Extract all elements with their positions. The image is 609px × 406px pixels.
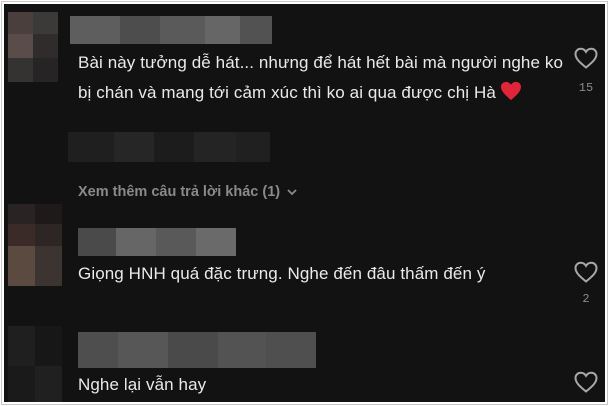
comment-text: Nghe lại vẫn hay bbox=[78, 375, 207, 394]
avatar[interactable] bbox=[8, 12, 58, 82]
comments-panel: Bài này tưởng dễ hát... nhưng để hát hết… bbox=[2, 2, 607, 404]
username-blurred[interactable] bbox=[70, 16, 272, 44]
username-blurred[interactable] bbox=[78, 228, 236, 256]
comment-text: Bài này tưởng dễ hát... nhưng để hát hết… bbox=[78, 53, 564, 102]
reply-preview-blurred[interactable] bbox=[68, 132, 270, 162]
heart-outline-icon[interactable] bbox=[573, 260, 599, 284]
like-count: 2 bbox=[582, 292, 590, 306]
chevron-down-icon[interactable] bbox=[286, 187, 298, 197]
heart-outline-icon[interactable] bbox=[573, 46, 599, 70]
avatar[interactable] bbox=[8, 326, 62, 402]
red-heart-emoji bbox=[500, 81, 521, 101]
view-more-replies-link[interactable]: Xem thêm câu trả lời khác (1) bbox=[78, 184, 298, 200]
comment-text: Giọng HNH quá đặc trưng. Nghe đến đâu th… bbox=[78, 264, 486, 283]
like-count: 15 bbox=[578, 81, 594, 95]
avatar[interactable] bbox=[8, 204, 62, 286]
heart-outline-icon[interactable] bbox=[573, 370, 599, 394]
username-blurred[interactable] bbox=[78, 332, 316, 368]
